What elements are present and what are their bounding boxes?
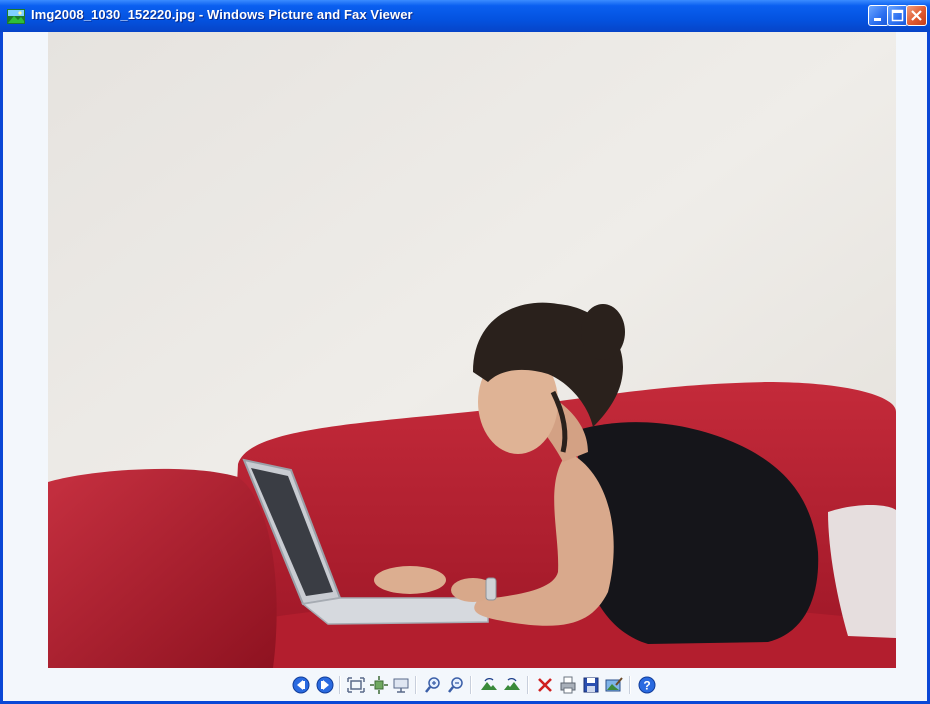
window-title: Img2008_1030_152220.jpg - Windows Pictur… <box>31 7 413 22</box>
actual-size-icon <box>370 676 388 694</box>
next-icon <box>316 676 334 694</box>
minimize-icon <box>874 18 881 21</box>
displayed-photo[interactable] <box>48 32 896 668</box>
print-icon <box>560 676 576 694</box>
best-fit-button[interactable] <box>346 675 366 695</box>
edit-button[interactable] <box>604 675 624 695</box>
help-button[interactable]: ? <box>637 675 657 695</box>
viewer-toolbar: ? <box>3 670 927 701</box>
zoom-out-button[interactable] <box>446 675 466 695</box>
copy-to-button[interactable] <box>581 675 601 695</box>
best-fit-icon <box>347 677 365 693</box>
photo-image-icon <box>48 32 896 668</box>
actual-size-button[interactable] <box>369 675 389 695</box>
toolbar-separator <box>339 676 341 694</box>
maximize-button[interactable] <box>887 5 908 26</box>
rotate-counterclockwise-icon <box>504 677 520 690</box>
title-bar[interactable]: Img2008_1030_152220.jpg - Windows Pictur… <box>0 0 930 32</box>
previous-icon <box>292 676 310 694</box>
toolbar-separator <box>629 676 631 694</box>
zoom-out-icon <box>448 677 463 693</box>
zoom-in-button[interactable] <box>423 675 443 695</box>
edit-image-icon <box>605 677 623 692</box>
rotate-clockwise-button[interactable] <box>479 675 499 695</box>
toolbar-separator <box>415 676 417 694</box>
rotate-counterclockwise-button[interactable] <box>502 675 522 695</box>
help-icon: ? <box>638 676 656 694</box>
image-viewing-area[interactable] <box>3 32 927 668</box>
zoom-in-icon <box>425 677 440 693</box>
toolbar-separator <box>527 676 529 694</box>
delete-button[interactable] <box>535 675 555 695</box>
close-icon <box>911 10 922 21</box>
rotate-clockwise-icon <box>481 677 497 690</box>
next-image-button[interactable] <box>315 675 335 695</box>
close-button[interactable] <box>906 5 927 26</box>
maximize-icon <box>891 9 904 22</box>
minimize-button[interactable] <box>868 5 889 26</box>
toolbar-separator <box>470 676 472 694</box>
svg-text:?: ? <box>643 679 650 693</box>
picture-viewer-app-icon <box>7 9 25 24</box>
print-button[interactable] <box>558 675 578 695</box>
save-icon <box>583 677 599 693</box>
slide-show-button[interactable] <box>391 675 411 695</box>
slide-show-icon <box>393 678 409 693</box>
viewer-window: Img2008_1030_152220.jpg - Windows Pictur… <box>0 0 930 704</box>
delete-icon <box>538 678 552 692</box>
previous-image-button[interactable] <box>291 675 311 695</box>
